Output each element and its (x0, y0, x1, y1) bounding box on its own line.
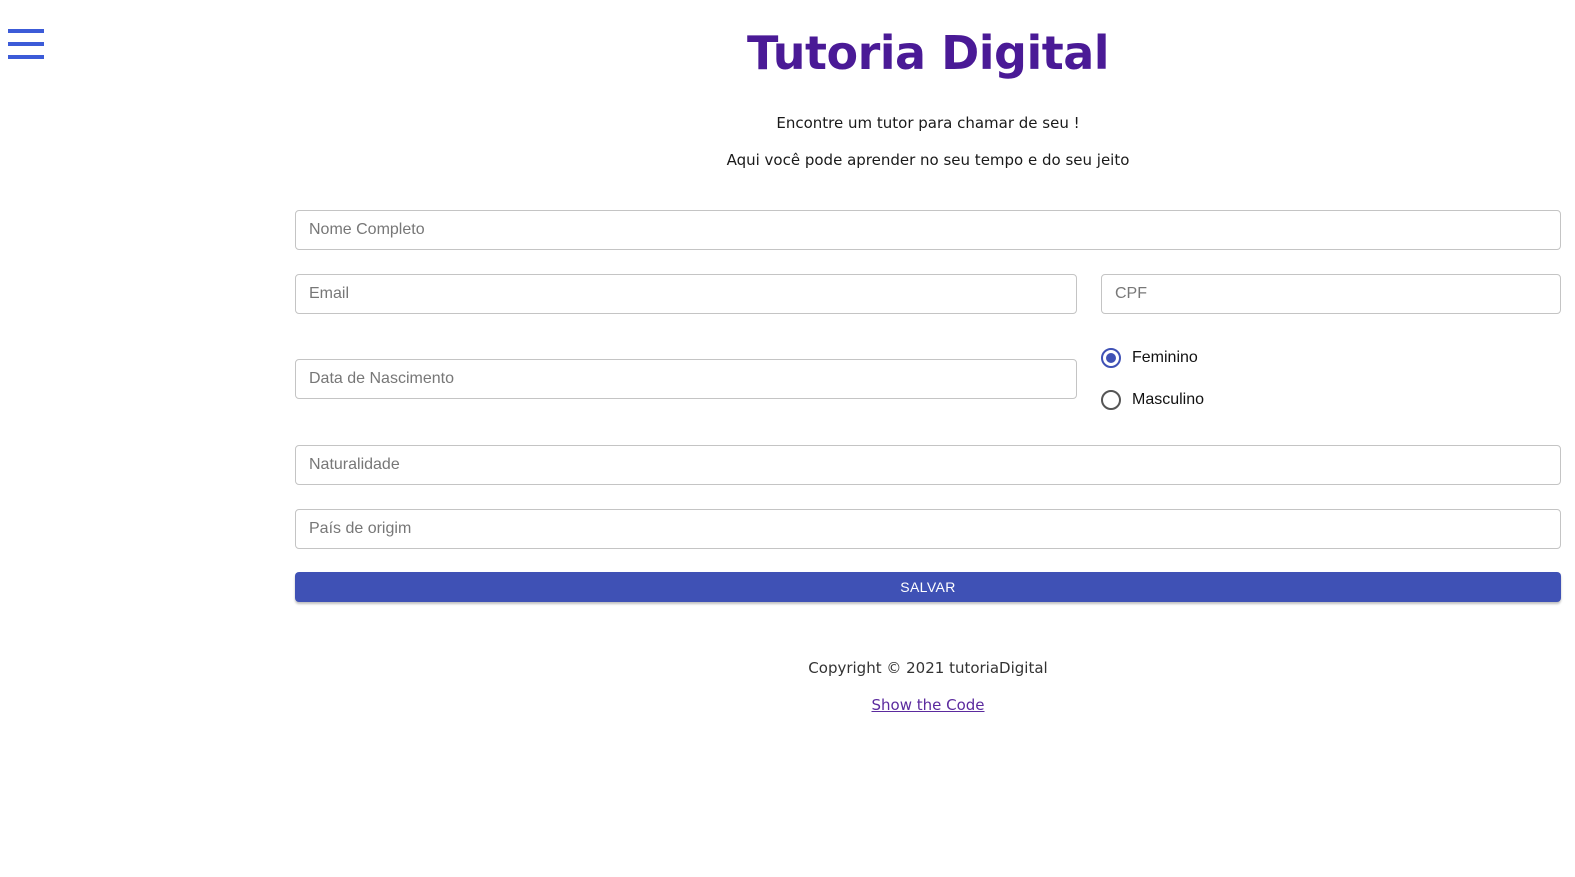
cpf-input[interactable] (1102, 275, 1560, 313)
nome-completo-input[interactable] (296, 211, 1560, 249)
show-code-link-wrapper: Show the Code (295, 696, 1561, 714)
pais-origem-field (295, 509, 1561, 549)
subtitle-description: Aqui você pode aprender no seu tempo e d… (726, 151, 1130, 169)
email-field (295, 274, 1077, 314)
pais-origem-input[interactable] (296, 510, 1560, 548)
nome-completo-field (295, 210, 1561, 250)
radio-unchecked-icon[interactable] (1101, 390, 1121, 410)
radio-label-feminino: Feminino (1132, 349, 1198, 366)
page-title: Tutoria Digital (746, 26, 1110, 80)
subtitle-tagline: Encontre um tutor para chamar de seu ! (776, 114, 1080, 132)
radio-feminino[interactable]: Feminino (1101, 347, 1198, 369)
menu-bar (8, 42, 44, 46)
hamburger-menu-icon[interactable] (8, 29, 44, 59)
data-nascimento-input[interactable] (296, 360, 1076, 398)
naturalidade-field (295, 445, 1561, 485)
naturalidade-input[interactable] (296, 446, 1560, 484)
radio-masculino[interactable]: Masculino (1101, 389, 1204, 411)
menu-bar (8, 55, 44, 59)
email-input[interactable] (296, 275, 1076, 313)
radio-label-masculino: Masculino (1132, 391, 1205, 408)
copyright-text: Copyright © 2021 tutoriaDigital (808, 659, 1048, 677)
menu-bar (8, 29, 44, 33)
data-nascimento-field (295, 359, 1077, 399)
show-code-link[interactable]: Show the Code (871, 696, 984, 714)
save-button[interactable]: SALVAR (295, 572, 1561, 602)
page: Tutoria Digital Encontre um tutor para c… (0, 0, 1575, 877)
radio-checked-icon[interactable] (1101, 348, 1121, 368)
cpf-field (1101, 274, 1561, 314)
